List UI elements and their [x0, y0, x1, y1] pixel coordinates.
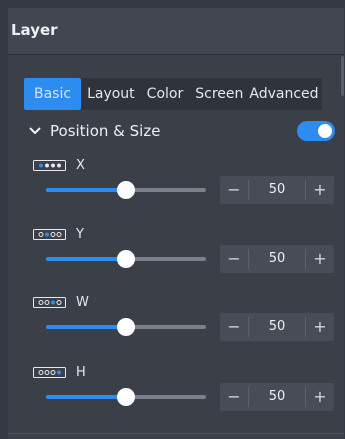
x-decrement-button[interactable]: −	[220, 176, 248, 204]
section-divider	[8, 433, 344, 434]
x-slider[interactable]	[46, 181, 206, 199]
row-w-letter: W	[76, 294, 89, 310]
row-w: W − 50 +	[8, 291, 344, 361]
row-x: X − 50 +	[8, 154, 344, 224]
w-decrement-button[interactable]: −	[220, 313, 248, 341]
chevron-down-icon[interactable]	[28, 124, 42, 138]
row-y-label: Y	[33, 226, 84, 242]
panel-title: Layer	[11, 21, 58, 39]
toggle-knob	[318, 124, 332, 138]
h-decrement-button[interactable]: −	[220, 383, 248, 411]
h-slider-thumb[interactable]	[117, 388, 135, 406]
position-y-icon	[33, 228, 66, 240]
row-h-letter: H	[76, 364, 86, 380]
row-h-label: H	[33, 364, 86, 380]
y-slider-fill	[46, 257, 126, 261]
w-value-input[interactable]: 50	[249, 313, 305, 341]
h-value-input[interactable]: 50	[249, 383, 305, 411]
tab-layout[interactable]: Layout	[84, 78, 138, 110]
section-toggle[interactable]	[297, 121, 335, 141]
tab-basic[interactable]: Basic	[24, 78, 82, 110]
y-stepper: − 50 +	[220, 245, 334, 273]
row-h: H − 50 +	[8, 361, 344, 431]
w-increment-button[interactable]: +	[306, 313, 334, 341]
w-slider[interactable]	[46, 318, 206, 336]
x-slider-fill	[46, 188, 126, 192]
y-slider[interactable]	[46, 250, 206, 268]
x-slider-thumb[interactable]	[117, 181, 135, 199]
x-value-input[interactable]: 50	[249, 176, 305, 204]
tab-bar: Basic Layout Color Screen Advanced	[24, 78, 322, 110]
w-slider-fill	[46, 325, 126, 329]
size-w-icon	[33, 296, 66, 308]
section-header[interactable]: Position & Size	[28, 120, 160, 142]
h-slider[interactable]	[46, 388, 206, 406]
x-increment-button[interactable]: +	[306, 176, 334, 204]
w-slider-thumb[interactable]	[117, 318, 135, 336]
w-stepper: − 50 +	[220, 313, 334, 341]
row-x-label: X	[33, 157, 85, 173]
y-value-input[interactable]: 50	[249, 245, 305, 273]
position-x-icon	[33, 159, 66, 171]
h-slider-fill	[46, 395, 126, 399]
panel-scrollbar[interactable]	[341, 56, 344, 96]
tab-advanced[interactable]: Advanced	[246, 78, 321, 110]
tab-color[interactable]: Color	[144, 78, 187, 110]
panel-header: Layer	[8, 8, 344, 55]
row-y: Y − 50 +	[8, 223, 344, 293]
row-y-letter: Y	[76, 226, 84, 242]
y-increment-button[interactable]: +	[306, 245, 334, 273]
layer-panel: Layer Basic Layout Color Screen Advanced…	[8, 8, 344, 439]
y-slider-thumb[interactable]	[117, 250, 135, 268]
size-h-icon	[33, 366, 66, 378]
h-stepper: − 50 +	[220, 383, 334, 411]
row-w-label: W	[33, 294, 89, 310]
row-x-letter: X	[76, 157, 85, 173]
section-title: Position & Size	[50, 122, 161, 140]
y-decrement-button[interactable]: −	[220, 245, 248, 273]
x-stepper: − 50 +	[220, 176, 334, 204]
h-increment-button[interactable]: +	[306, 383, 334, 411]
tab-screen[interactable]: Screen	[192, 78, 246, 110]
